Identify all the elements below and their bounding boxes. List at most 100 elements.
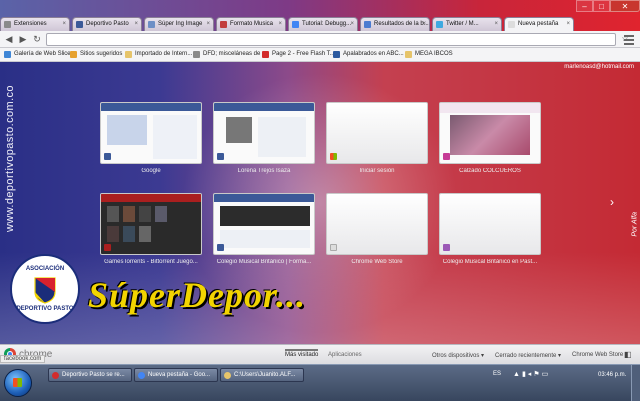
facebook-icon <box>217 244 224 251</box>
tab-most-visited[interactable]: Más visitado <box>285 349 319 358</box>
tray-icons[interactable]: ▲▮◂⚑▭ <box>513 370 550 378</box>
tab-extensions[interactable]: Extensiones × <box>0 17 70 31</box>
most-visited-thumbnail[interactable] <box>213 102 315 164</box>
close-icon[interactable]: × <box>206 18 210 30</box>
maximize-button[interactable]: □ <box>593 0 610 12</box>
most-visited-thumbnail[interactable] <box>100 193 202 255</box>
power-icon[interactable]: ▭ <box>542 371 551 378</box>
bookmark-item[interactable]: Galería de Web Slice <box>4 49 71 60</box>
facebook-icon <box>217 153 224 160</box>
close-icon[interactable]: × <box>566 18 570 30</box>
facebook-icon <box>104 153 111 160</box>
menu-icon[interactable] <box>624 33 634 45</box>
tab-deportivo-pasto[interactable]: Deportivo Pasto × <box>72 17 142 31</box>
taskbar-label: Deportivo Pasto se re... <box>62 372 125 378</box>
close-icon[interactable]: × <box>422 18 426 30</box>
taskbar-label: C:\Users\Juanito.ALF... <box>234 372 296 378</box>
recently-closed-menu[interactable]: Cerrado recientemente ▾ <box>495 352 561 359</box>
most-visited-thumbnail[interactable] <box>213 193 315 255</box>
close-window-button[interactable]: ✕ <box>610 0 640 12</box>
page-icon <box>330 244 337 251</box>
thumbnail-caption: Iniciar sesión <box>359 168 395 174</box>
tab-label: Twitter / M... <box>446 21 479 27</box>
window-controls: – □ ✕ <box>576 0 640 12</box>
windows-taskbar: Deportivo Pasto se re... Nueva pestaña -… <box>0 364 640 401</box>
colcueros-icon <box>443 153 450 160</box>
close-icon[interactable]: × <box>278 18 282 30</box>
bookmark-item[interactable]: DFD; misceláneas de ... <box>193 49 267 60</box>
folder-icon <box>224 372 231 379</box>
logo-top-text: ASOCIACIÓN <box>25 266 65 272</box>
next-page-arrow[interactable]: › <box>610 195 614 209</box>
folder-icon <box>125 51 132 58</box>
tab-super-image[interactable]: Súper Ing Image × <box>144 17 214 31</box>
chrome-icon <box>292 21 299 28</box>
facebook-icon <box>76 21 83 28</box>
start-button[interactable] <box>4 369 32 397</box>
web-store-link[interactable]: Chrome Web Store <box>572 352 623 358</box>
tab-label: Formato Musica <box>230 21 274 27</box>
most-visited-thumbnail[interactable] <box>326 193 428 255</box>
toolbar: ◀ ▶ ↻ ☆ <box>0 31 640 48</box>
tab-label: Nueva pestaña <box>518 21 559 27</box>
bookmark-label: Importado de Intern... <box>135 51 193 57</box>
other-devices-menu[interactable]: Otros dispositivos ▾ <box>432 352 484 359</box>
taskbar-item[interactable]: C:\Users\Juanito.ALF... <box>220 368 304 382</box>
user-email[interactable]: marlenoasd@hotmail.com <box>564 64 634 70</box>
suggested-sites-icon <box>70 51 77 58</box>
bookmarks-bar: Galería de Web Slice Sitios sugeridos Im… <box>0 48 640 62</box>
omnibox[interactable] <box>46 33 616 46</box>
most-visited-thumbnail[interactable] <box>100 102 202 164</box>
most-visited-thumbnail[interactable] <box>439 193 541 255</box>
bookmark-item[interactable]: Page 2 - Free Flash T... <box>262 49 335 60</box>
thumbnail-caption: Lorena Trejos Isaza <box>237 168 291 174</box>
status-bubble: facebook.com <box>0 355 46 363</box>
flag-icon[interactable]: ⚑ <box>533 371 541 378</box>
tab-formato-musica[interactable]: Formato Musica × <box>216 17 286 31</box>
bookmark-item[interactable]: Sitios sugeridos <box>70 49 122 60</box>
bookmark-item[interactable]: Apalabrados en ABC... <box>333 49 404 60</box>
chrome-icon <box>52 372 59 379</box>
most-visited-thumbnail[interactable] <box>326 102 428 164</box>
tab-twitter[interactable]: Twitter / M... × <box>432 17 502 31</box>
tab-apps[interactable]: Aplicaciones <box>328 352 362 358</box>
close-icon[interactable]: × <box>494 18 498 30</box>
taskbar-item[interactable]: Nueva pestaña - Goo... <box>134 368 218 382</box>
windows-live-icon <box>330 153 337 160</box>
bookmark-item[interactable]: MEGA IBCOS <box>405 49 453 60</box>
minimize-button[interactable]: – <box>576 0 593 12</box>
show-desktop-button[interactable] <box>631 365 640 401</box>
tab-new-tab[interactable]: Nueva pestaña × <box>504 17 574 32</box>
tab-resultados[interactable]: Resultados de la b... × <box>360 17 430 31</box>
arrow-up-icon[interactable]: ▲ <box>513 371 522 378</box>
back-button[interactable]: ◀ <box>3 33 15 45</box>
bookmark-label: Galería de Web Slice <box>14 51 71 57</box>
bookmark-label: Sitios sugeridos <box>80 51 123 57</box>
taskbar-label: Nueva pestaña - Goo... <box>148 372 211 378</box>
side-url-text: www.deportivopasto.com.co <box>4 85 16 232</box>
side-credit-text: Por Alfa <box>632 212 639 237</box>
tab-tutorial[interactable]: Tutorial: Debugg... × <box>288 17 358 31</box>
close-icon[interactable]: × <box>62 18 66 30</box>
most-visited-thumbnail[interactable] <box>439 102 541 164</box>
taskbar-item[interactable]: Deportivo Pasto se re... <box>48 368 132 382</box>
puzzle-icon <box>4 21 11 28</box>
logo-bottom-text: DEPORTIVO PASTO <box>16 306 74 312</box>
forward-button[interactable]: ▶ <box>17 33 29 45</box>
abc-icon <box>333 51 340 58</box>
clock[interactable]: 03:46 p.m. <box>598 372 626 378</box>
bookmark-item[interactable]: Importado de Intern... <box>125 49 192 60</box>
language-indicator[interactable]: ES <box>493 371 501 377</box>
reload-button[interactable]: ↻ <box>31 33 43 45</box>
search-icon <box>364 21 371 28</box>
tab-label: Tutorial: Debugg... <box>302 21 352 27</box>
chrome-icon <box>138 372 145 379</box>
image-icon <box>148 21 155 28</box>
close-icon[interactable]: × <box>134 18 138 30</box>
close-icon[interactable]: × <box>350 18 354 30</box>
store-icon[interactable]: ◧ <box>624 350 632 359</box>
tab-label: Extensiones <box>14 21 47 27</box>
thumbnail-caption: Colegio Musical Británico en Past... <box>442 259 538 265</box>
page-icon <box>220 21 227 28</box>
bookmark-label: DFD; misceláneas de ... <box>203 51 268 57</box>
